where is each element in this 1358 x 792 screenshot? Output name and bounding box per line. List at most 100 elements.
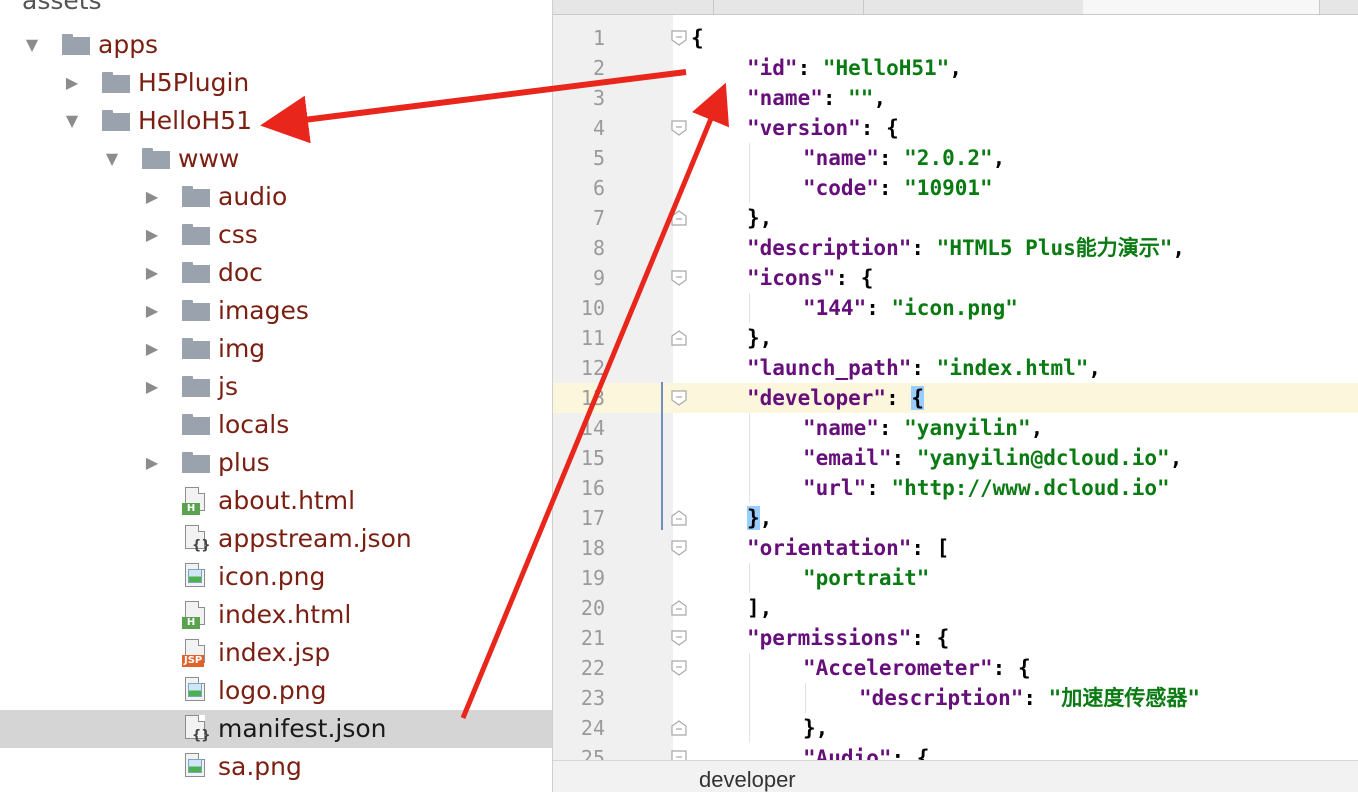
tree-item-logo-png[interactable]: logo.png: [0, 672, 552, 710]
line-number: 24: [580, 716, 605, 740]
editor-tab[interactable]: [1319, 0, 1358, 14]
tree-item-about-html[interactable]: Habout.html: [0, 482, 552, 520]
tree-item-label: index.jsp: [218, 638, 331, 667]
tree-item-index-jsp[interactable]: JSP index.jsp: [0, 634, 552, 672]
folder-icon: [102, 110, 130, 131]
tree-item-images[interactable]: ▶ images: [0, 292, 552, 330]
code-text: "id": "HelloH51",: [747, 56, 962, 80]
fold-open-icon[interactable]: [670, 119, 688, 137]
breadcrumb-bar: developer: [553, 760, 1358, 792]
code-line[interactable]: 10 "144": "icon.png": [553, 293, 1358, 323]
code-line[interactable]: 13 "developer": {: [553, 383, 1358, 413]
tree-item-css[interactable]: ▶ css: [0, 216, 552, 254]
tree-item-sa-png[interactable]: sa.png: [0, 748, 552, 786]
tree-item-index-html[interactable]: Hindex.html: [0, 596, 552, 634]
tree-item-locals[interactable]: locals: [0, 406, 552, 444]
code-line[interactable]: 11},: [553, 323, 1358, 353]
folder-icon: [102, 72, 130, 93]
collapse-arrow-icon[interactable]: ▶: [142, 216, 162, 254]
fold-close-icon[interactable]: [670, 509, 688, 527]
tree-item-label: locals: [218, 410, 290, 439]
fold-close-icon[interactable]: [670, 599, 688, 617]
collapse-arrow-icon[interactable]: ▶: [142, 178, 162, 216]
code-line[interactable]: 12 "launch_path": "index.html",: [553, 353, 1358, 383]
editor-tab-active[interactable]: [1083, 0, 1320, 14]
tree-item-apps[interactable]: ▼ apps: [0, 26, 552, 64]
tree-item-h5plugin[interactable]: ▶ H5Plugin: [0, 64, 552, 102]
code-line[interactable]: 21 "permissions": {: [553, 623, 1358, 653]
tree-item-js[interactable]: ▶ js: [0, 368, 552, 406]
folder-icon: [182, 376, 210, 397]
tree-item-label: about.html: [218, 486, 356, 515]
image-file-icon: [182, 677, 208, 707]
fold-open-icon[interactable]: [670, 659, 688, 677]
tree-item-icon-png[interactable]: icon.png: [0, 558, 552, 596]
tree-item-audio[interactable]: ▶ audio: [0, 178, 552, 216]
line-number: 1: [592, 26, 605, 50]
fold-open-icon[interactable]: [670, 29, 688, 47]
code-line[interactable]: 4 "version": {: [553, 113, 1358, 143]
code-line[interactable]: 23 "description": "加速度传感器": [553, 683, 1358, 713]
editor-tab[interactable]: [863, 0, 1084, 14]
collapse-arrow-icon[interactable]: ▶: [62, 64, 82, 102]
code-line[interactable]: 3 "name": "",: [553, 83, 1358, 113]
code-line[interactable]: 19 "portrait": [553, 563, 1358, 593]
code-line[interactable]: 22 "Accelerometer": {: [553, 653, 1358, 683]
tree-item-doc[interactable]: ▶ doc: [0, 254, 552, 292]
fold-close-icon[interactable]: [670, 329, 688, 347]
code-line[interactable]: 6 "code": "10901": [553, 173, 1358, 203]
tree-item-label: HelloH51: [138, 106, 252, 135]
tree-item-appstream-json[interactable]: {} appstream.json: [0, 520, 552, 558]
tree-item-label: appstream.json: [218, 524, 412, 553]
fold-open-icon[interactable]: [670, 269, 688, 287]
editor-tab[interactable]: [553, 0, 714, 14]
code-line[interactable]: 1{: [553, 23, 1358, 53]
code-line[interactable]: 7},: [553, 203, 1358, 233]
code-text: "url": "http://www.dcloud.io": [803, 476, 1170, 500]
code-line[interactable]: 20],: [553, 593, 1358, 623]
code-line[interactable]: 9 "icons": {: [553, 263, 1358, 293]
code-text: "portrait": [803, 566, 930, 590]
fold-close-icon[interactable]: [670, 719, 688, 737]
tree-item-label: icon.png: [218, 562, 326, 591]
tree-item-helloh51[interactable]: ▼ HelloH51: [0, 102, 552, 140]
code-line[interactable]: 14 "name": "yanyilin",: [553, 413, 1358, 443]
editor-tab[interactable]: [713, 0, 864, 14]
tree-item-label: H5Plugin: [138, 68, 250, 97]
code-line[interactable]: 18 "orientation": [: [553, 533, 1358, 563]
code-text: },: [747, 326, 773, 350]
code-line[interactable]: 5 "name": "2.0.2",: [553, 143, 1358, 173]
json-file-icon: {}: [182, 525, 211, 555]
tree-item-www[interactable]: ▼ www: [0, 140, 552, 178]
expand-arrow-icon[interactable]: ▼: [102, 140, 122, 178]
code-line[interactable]: 17},: [553, 503, 1358, 533]
tree-item-label: css: [218, 220, 258, 249]
json-file-icon: {}: [182, 715, 211, 745]
tree-item-img[interactable]: ▶ img: [0, 330, 552, 368]
expand-arrow-icon[interactable]: ▼: [62, 102, 82, 140]
tree-item-partial-label[interactable]: assets: [22, 0, 102, 15]
code-line[interactable]: 16 "url": "http://www.dcloud.io": [553, 473, 1358, 503]
fold-open-icon[interactable]: [670, 539, 688, 557]
fold-close-icon[interactable]: [670, 209, 688, 227]
line-number: 9: [592, 266, 605, 290]
collapse-arrow-icon[interactable]: ▶: [142, 292, 162, 330]
tree-item-label: logo.png: [218, 676, 327, 705]
expand-arrow-icon[interactable]: ▼: [22, 26, 42, 64]
collapse-arrow-icon[interactable]: ▶: [142, 330, 162, 368]
collapse-arrow-icon[interactable]: ▶: [142, 254, 162, 292]
collapse-arrow-icon[interactable]: ▶: [142, 368, 162, 406]
tree-item-plus[interactable]: ▶ plus: [0, 444, 552, 482]
fold-open-icon[interactable]: [670, 629, 688, 647]
tree-item-manifest-json[interactable]: {} manifest.json: [0, 710, 552, 748]
code-line[interactable]: 15 "email": "yanyilin@dcloud.io",: [553, 443, 1358, 473]
code-line[interactable]: 2 "id": "HelloH51",: [553, 53, 1358, 83]
code-line[interactable]: 8 "description": "HTML5 Plus能力演示",: [553, 233, 1358, 263]
breadcrumb[interactable]: developer: [699, 767, 796, 792]
code-line[interactable]: 24},: [553, 713, 1358, 743]
folder-icon: [62, 34, 90, 55]
collapse-arrow-icon[interactable]: ▶: [142, 444, 162, 482]
line-number: 17: [580, 506, 605, 530]
tree-item-label: images: [218, 296, 309, 325]
fold-open-icon[interactable]: [670, 389, 688, 407]
